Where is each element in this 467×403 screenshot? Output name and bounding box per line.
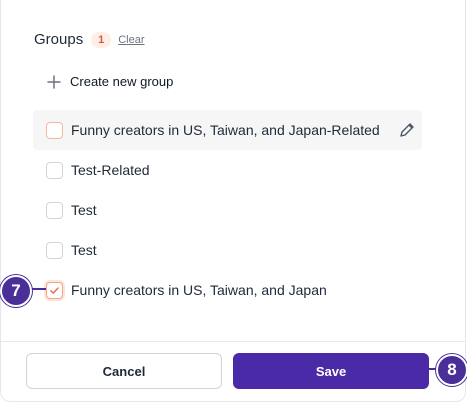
group-checkbox[interactable] xyxy=(46,121,63,139)
group-item-label: Test xyxy=(71,202,97,218)
footer-divider xyxy=(0,341,466,342)
create-new-group-label: Create new group xyxy=(70,74,174,89)
group-item[interactable]: Funny creators in US, Taiwan, and Japan xyxy=(33,270,422,310)
group-checkbox-checked[interactable] xyxy=(46,281,63,299)
check-icon xyxy=(50,286,59,294)
callout-connector xyxy=(30,288,46,290)
group-checkbox[interactable] xyxy=(46,241,63,259)
group-checkbox[interactable] xyxy=(46,201,63,219)
group-checkbox[interactable] xyxy=(46,161,63,179)
create-new-group-button[interactable]: Create new group xyxy=(47,74,173,89)
group-item[interactable]: Test-Related xyxy=(33,150,422,190)
selected-count-badge: 1 xyxy=(91,31,112,48)
group-item[interactable]: Test xyxy=(33,190,422,230)
callout-badge: 8 xyxy=(436,354,467,386)
group-item[interactable]: Test xyxy=(33,230,422,270)
group-item[interactable]: Funny creators in US, Taiwan, and Japan-… xyxy=(33,110,422,150)
groups-list: Funny creators in US, Taiwan, and Japan-… xyxy=(33,110,422,310)
groups-header: Groups 1 Clear xyxy=(34,31,145,48)
pencil-icon[interactable] xyxy=(398,121,416,139)
group-item-label: Funny creators in US, Taiwan, and Japan-… xyxy=(71,122,380,138)
cancel-button[interactable]: Cancel xyxy=(26,353,222,389)
group-item-label: Test-Related xyxy=(71,162,150,178)
save-button[interactable]: Save xyxy=(233,353,429,389)
clear-link[interactable]: Clear xyxy=(118,34,144,46)
plus-icon xyxy=(47,74,61,89)
groups-title: Groups xyxy=(34,31,84,48)
callout-badge: 7 xyxy=(0,275,32,307)
group-item-label: Test xyxy=(71,242,97,258)
group-item-label: Funny creators in US, Taiwan, and Japan xyxy=(71,282,327,298)
